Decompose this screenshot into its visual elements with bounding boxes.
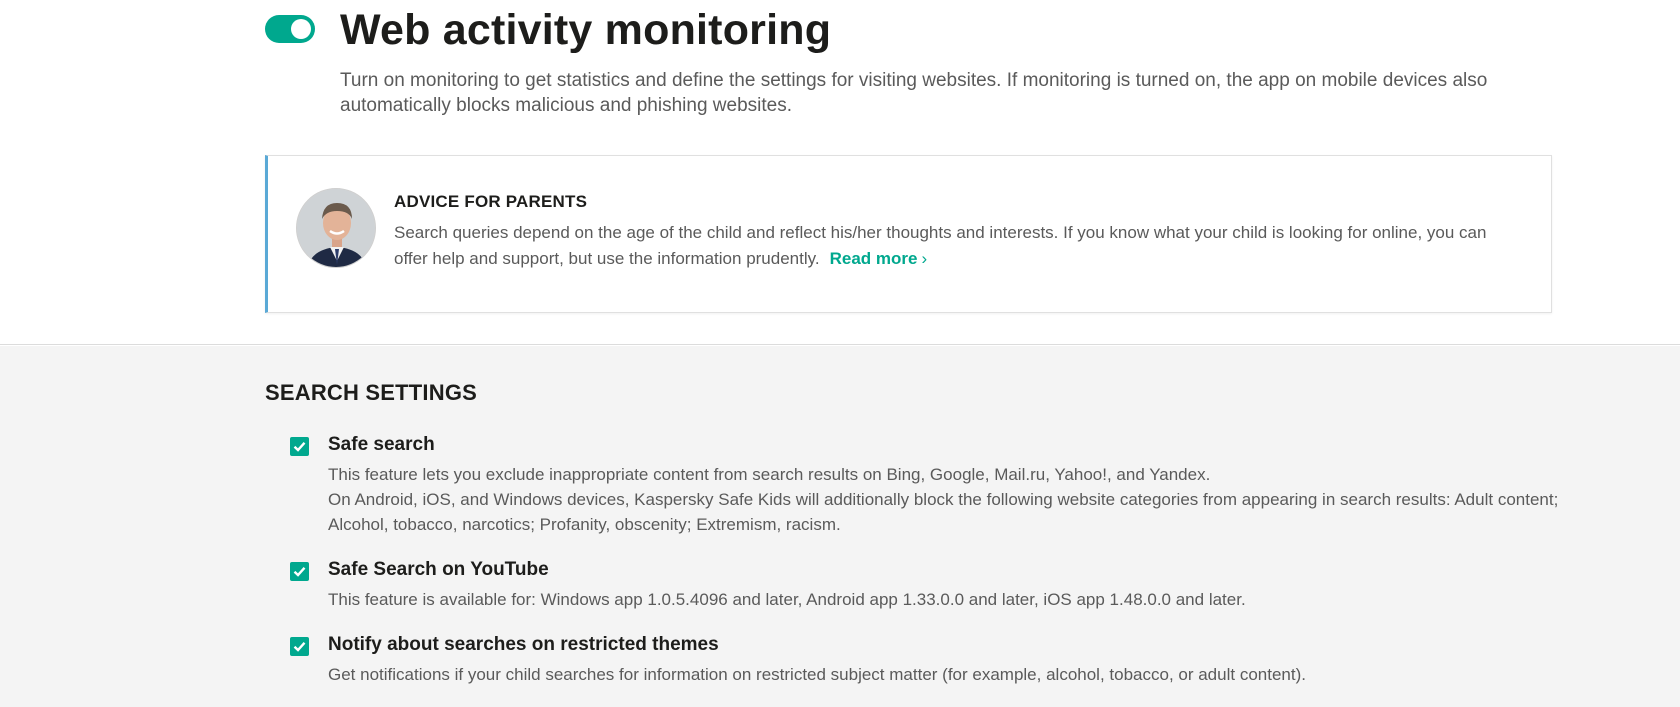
advice-heading: ADVICE FOR PARENTS (394, 192, 588, 211)
option-label: Safe Search on YouTube (328, 559, 549, 580)
advisor-portrait-icon (297, 189, 375, 267)
monitoring-toggle[interactable] (265, 15, 315, 43)
option-label: Notify about searches on restricted them… (328, 634, 719, 655)
option-label: Safe search (328, 434, 435, 455)
youtube-safe-search-checkbox[interactable] (290, 562, 309, 581)
checkmark-icon (293, 641, 306, 652)
read-more-link[interactable]: Read more › (830, 249, 928, 268)
chevron-right-icon: › (921, 249, 928, 268)
safe-search-checkbox[interactable] (290, 437, 309, 456)
search-settings-section: SEARCH SETTINGS Safe search This feature… (0, 346, 1680, 707)
description-line: This feature lets you exclude inappropri… (328, 465, 1211, 484)
read-more-label: Read more (829, 249, 918, 268)
option-description: Get notifications if your child searches… (328, 662, 1578, 687)
advice-text: Search queries depend on the age of the … (394, 220, 1524, 272)
monitoring-description: Turn on monitoring to get statistics and… (340, 70, 1488, 116)
advice-body: Search queries depend on the age of the … (394, 223, 1487, 268)
advisor-avatar (296, 188, 376, 268)
checkmark-icon (293, 441, 306, 452)
description-line: On Android, iOS, and Windows devices, Ka… (328, 490, 1559, 534)
toggle-knob (291, 19, 311, 39)
monitoring-section: Web activity monitoring Turn on monitori… (0, 0, 1680, 345)
restricted-themes-checkbox[interactable] (290, 637, 309, 656)
description-line: This feature is available for: Windows a… (328, 590, 1246, 609)
checkmark-icon (293, 566, 306, 577)
search-settings-heading: SEARCH SETTINGS (265, 380, 478, 405)
option-description: This feature is available for: Windows a… (328, 587, 1578, 612)
advice-card: ADVICE FOR PARENTS Search queries depend… (265, 155, 1552, 313)
description-line: Get notifications if your child searches… (328, 665, 1306, 684)
option-description: This feature lets you exclude inappropri… (328, 462, 1578, 537)
page-title: Web activity monitoring (340, 6, 832, 54)
